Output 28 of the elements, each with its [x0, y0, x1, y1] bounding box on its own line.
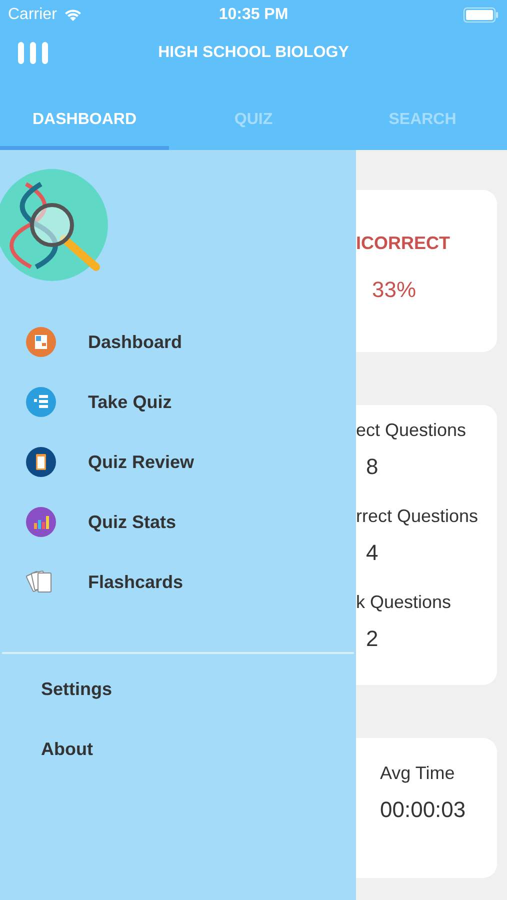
drawer-menu-item[interactable]: Dashboard: [0, 312, 356, 372]
status-time: 10:35 PM: [218, 5, 288, 25]
stat-label: k Questions: [356, 591, 452, 614]
score-value: 33%: [371, 276, 416, 304]
stat-label: rrect Questions: [356, 505, 478, 528]
carrier-label: Carrier: [8, 5, 57, 25]
stat-value: 2: [365, 625, 378, 653]
drawer-menu-item[interactable]: Quiz Review: [0, 432, 356, 492]
battery-icon: [463, 7, 499, 23]
app-title: HIGH SCHOOL BIOLOGY: [158, 43, 349, 63]
bar-chart-icon: [26, 507, 56, 537]
stat-value: 4: [365, 539, 378, 567]
dna-magnifier-logo-icon: [0, 169, 108, 281]
stat-value: 8: [365, 453, 378, 481]
stat-label: ect Questions: [356, 419, 466, 442]
clipboard-icon: [26, 447, 56, 477]
drawer-menu-item[interactable]: Quiz Stats: [0, 492, 356, 552]
time-value: 00:00:03: [380, 796, 466, 824]
time-label: Avg Time: [380, 762, 455, 785]
wifi-icon: [62, 8, 83, 22]
list-icon: [26, 387, 56, 417]
drawer-menu-item[interactable]: Settings: [0, 676, 356, 736]
chart-document-icon: [26, 327, 56, 357]
drawer-menu-item[interactable]: Take Quiz: [0, 372, 356, 432]
drawer-menu-item[interactable]: About: [0, 736, 356, 796]
drawer-menu-item[interactable]: Flashcards: [0, 552, 356, 612]
menu-button[interactable]: [18, 42, 48, 64]
score-label: ICORRECT: [356, 232, 450, 255]
